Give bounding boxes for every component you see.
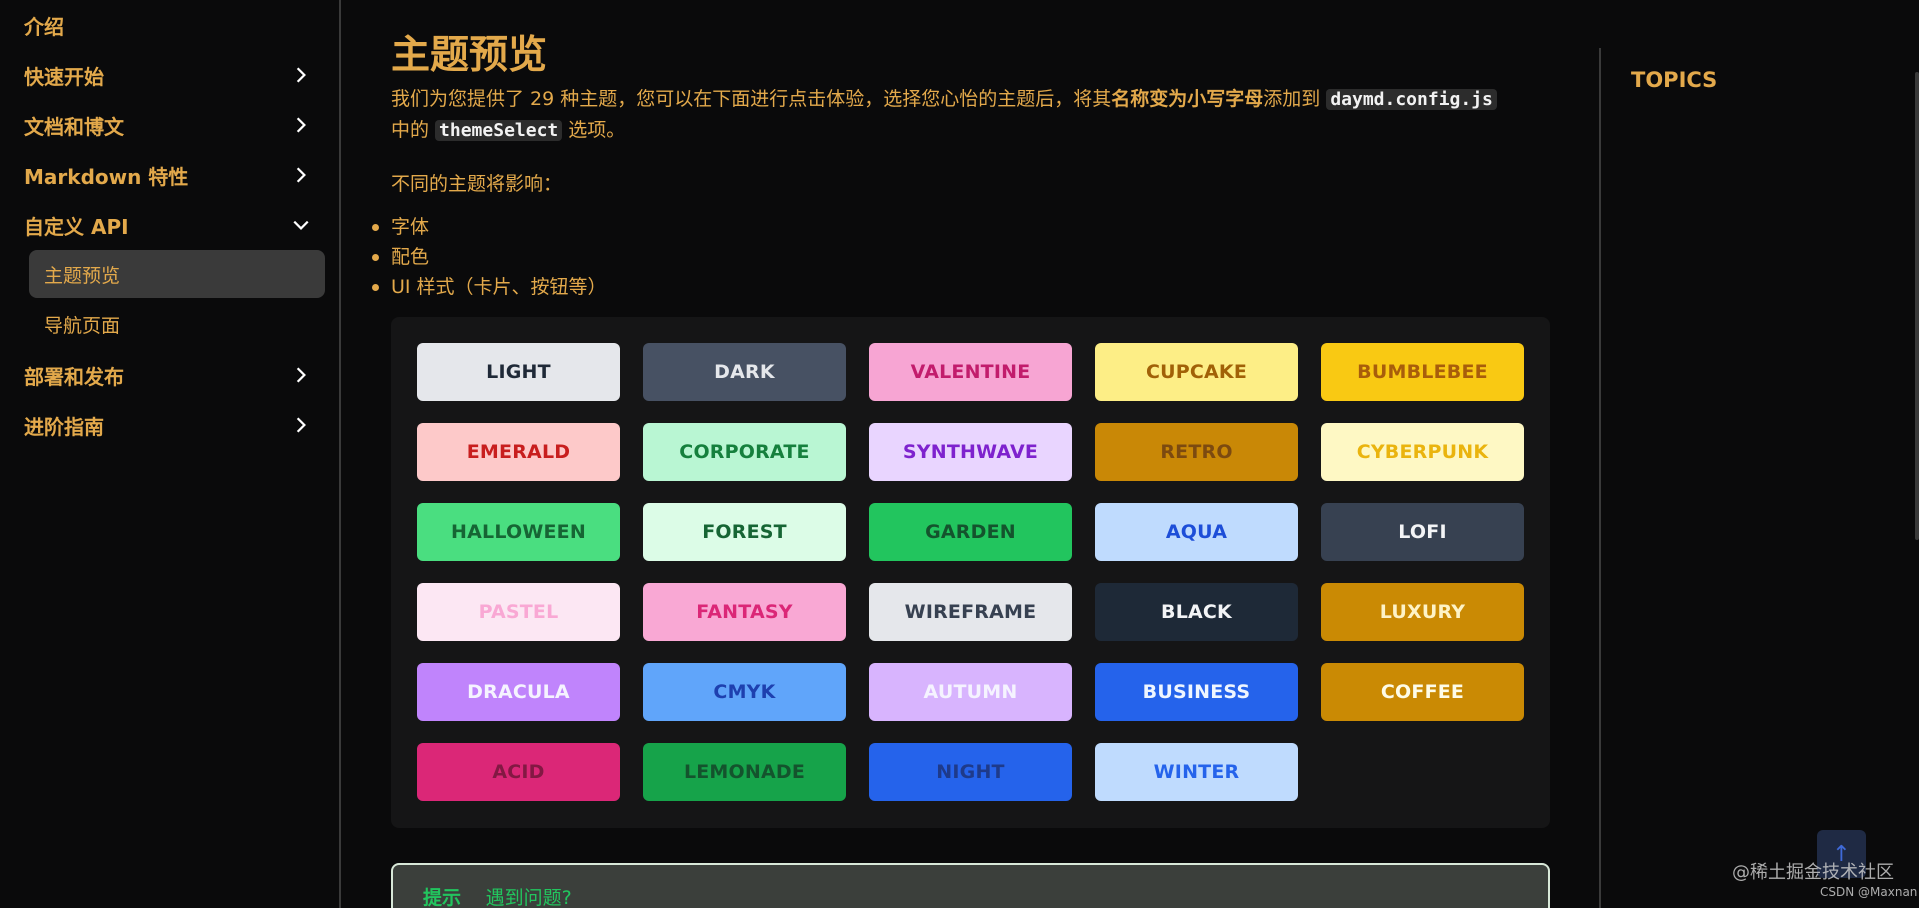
theme-button-aqua[interactable]: AQUA bbox=[1095, 503, 1298, 561]
theme-button-dracula[interactable]: DRACULA bbox=[417, 663, 620, 721]
sidebar-item-deploy[interactable]: 部署和发布 bbox=[0, 350, 339, 400]
theme-button-winter[interactable]: WINTER bbox=[1095, 743, 1298, 801]
theme-grid: LIGHT DARK VALENTINE CUPCAKE BUMBLEBEE EMERAL… bbox=[391, 317, 1550, 828]
sidebar-item-label: 部署和发布 bbox=[24, 364, 124, 389]
chevron-down-icon[interactable] bbox=[287, 211, 315, 239]
theme-button-cyberpunk[interactable]: CYBERPUNK bbox=[1321, 423, 1524, 481]
theme-button-synthwave[interactable]: SYNTHWAVE bbox=[869, 423, 1072, 481]
scrollbar[interactable] bbox=[1915, 72, 1919, 540]
affect-paragraph: 不同的主题将影响： bbox=[391, 173, 563, 195]
theme-button-dark[interactable]: DARK bbox=[643, 343, 846, 401]
intro-text: 添加到 bbox=[1263, 88, 1327, 110]
intro-bold: 名称变为小写字母 bbox=[1111, 88, 1264, 110]
watermark-small: CSDN @Maxnan bbox=[1820, 885, 1918, 899]
sidebar-item-label: 介绍 bbox=[24, 14, 64, 39]
sidebar-item-label: Markdown 特性 bbox=[24, 164, 189, 189]
intro-paragraph: 我们为您提供了 29 种主题，您可以在下面进行点击体验，选择您心怡的主题后，将其… bbox=[391, 84, 1550, 146]
theme-button-pastel[interactable]: PASTEL bbox=[417, 583, 620, 641]
sidebar-item-custom-api[interactable]: 自定义 API bbox=[0, 200, 339, 250]
theme-button-lofi[interactable]: LOFI bbox=[1321, 503, 1524, 561]
theme-button-corporate[interactable]: CORPORATE bbox=[643, 423, 846, 481]
theme-button-lemonade[interactable]: LEMONADE bbox=[643, 743, 846, 801]
theme-button-coffee[interactable]: COFFEE bbox=[1321, 663, 1524, 721]
main-content: 主题预览 我们为您提供了 29 种主题，您可以在下面进行点击体验，选择您心怡的主… bbox=[372, 30, 1550, 828]
tip-title: 提示 bbox=[423, 887, 462, 908]
theme-button-black[interactable]: BLACK bbox=[1095, 583, 1298, 641]
intro-text: 中的 bbox=[391, 119, 436, 141]
theme-button-fantasy[interactable]: FANTASY bbox=[643, 583, 846, 641]
intro-text: 我们为您提供了 29 种主题，您可以在下面进行点击体验，选择您心怡的主题后，将其 bbox=[391, 88, 1112, 110]
list-item: 配色 bbox=[372, 242, 1550, 272]
sidebar-item-docs[interactable]: 文档和博文 bbox=[0, 100, 339, 150]
sidebar-subitem-label: 导航页面 bbox=[44, 314, 121, 337]
theme-button-cupcake[interactable]: CUPCAKE bbox=[1095, 343, 1298, 401]
config-file-code: daymd.config.js bbox=[1326, 89, 1497, 110]
page-title: 主题预览 bbox=[391, 33, 548, 78]
chevron-right-icon[interactable] bbox=[287, 361, 315, 389]
sidebar-subitem-nav-page[interactable]: 导航页面 bbox=[29, 300, 325, 348]
theme-button-business[interactable]: BUSINESS bbox=[1095, 663, 1298, 721]
theme-button-emerald[interactable]: EMERALD bbox=[417, 423, 620, 481]
sidebar-item-label: 进阶指南 bbox=[24, 414, 104, 439]
theme-button-wireframe[interactable]: WIREFRAME bbox=[869, 583, 1072, 641]
theme-button-cmyk[interactable]: CMYK bbox=[643, 663, 846, 721]
chevron-right-icon[interactable] bbox=[287, 161, 315, 189]
sidebar-item-label: 自定义 API bbox=[24, 214, 129, 239]
sidebar-item-label: 文档和博文 bbox=[24, 114, 124, 139]
theme-button-garden[interactable]: GARDEN bbox=[869, 503, 1072, 561]
tip-text: 遇到问题? bbox=[485, 887, 572, 908]
tip-box: 提示 遇到问题? bbox=[391, 863, 1550, 908]
chevron-right-icon[interactable] bbox=[287, 111, 315, 139]
sidebar-item-quickstart[interactable]: 快速开始 bbox=[0, 50, 339, 100]
theme-button-light[interactable]: LIGHT bbox=[417, 343, 620, 401]
list-item: 字体 bbox=[372, 212, 1550, 242]
sidebar-item-markdown[interactable]: Markdown 特性 bbox=[0, 150, 339, 200]
toc-title: TOPICS bbox=[1631, 68, 1718, 92]
sidebar-item-label: 快速开始 bbox=[24, 64, 104, 89]
affect-list: 字体 配色 UI 样式（卡片、按钮等） bbox=[372, 212, 1550, 302]
theme-button-valentine[interactable]: VALENTINE bbox=[869, 343, 1072, 401]
sidebar-subitem-theme-preview[interactable]: 主题预览 bbox=[29, 250, 325, 298]
chevron-right-icon[interactable] bbox=[287, 61, 315, 89]
sidebar-subitem-label: 主题预览 bbox=[44, 264, 121, 287]
theme-button-halloween[interactable]: HALLOWEEN bbox=[417, 503, 620, 561]
theme-select-code: themeSelect bbox=[435, 120, 563, 141]
theme-button-bumblebee[interactable]: BUMBLEBEE bbox=[1321, 343, 1524, 401]
list-item: UI 样式（卡片、按钮等） bbox=[372, 272, 1550, 302]
watermark: @稀土掘金技术社区 bbox=[1732, 862, 1894, 883]
theme-button-autumn[interactable]: AUTUMN bbox=[869, 663, 1072, 721]
sidebar-item-intro[interactable]: 介绍 bbox=[0, 0, 339, 50]
intro-text: 选项。 bbox=[562, 119, 626, 141]
toc-divider bbox=[1599, 48, 1601, 908]
theme-button-retro[interactable]: RETRO bbox=[1095, 423, 1298, 481]
sidebar-item-advanced[interactable]: 进阶指南 bbox=[0, 400, 339, 450]
theme-button-forest[interactable]: FOREST bbox=[643, 503, 846, 561]
theme-button-luxury[interactable]: LUXURY bbox=[1321, 583, 1524, 641]
sidebar: 介绍 快速开始 文档和博文 Markdown 特性 自定义 API 主题预览 导… bbox=[0, 0, 341, 908]
theme-button-night[interactable]: NIGHT bbox=[869, 743, 1072, 801]
chevron-right-icon[interactable] bbox=[287, 411, 315, 439]
theme-button-acid[interactable]: ACID bbox=[417, 743, 620, 801]
